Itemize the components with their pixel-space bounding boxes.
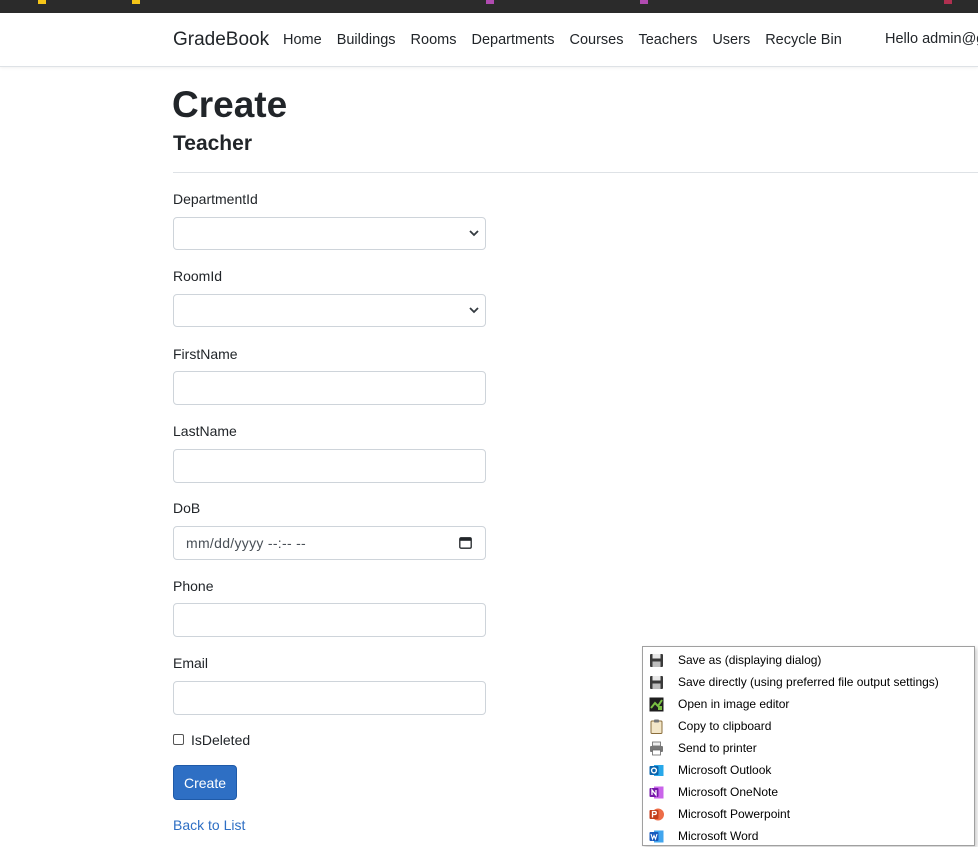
page-subtitle: Teacher: [173, 132, 252, 155]
phone-label: Phone: [173, 578, 214, 594]
lastname-label: LastName: [173, 423, 237, 439]
firstname-label: FirstName: [173, 346, 238, 362]
email-label: Email: [173, 655, 209, 671]
printer-icon: [650, 741, 663, 756]
bookmarks-bar: [0, 0, 978, 13]
powerpoint-icon: [649, 808, 664, 821]
dob-placeholder: mm/dd/yyyy --:-- --: [186, 535, 307, 551]
clipboard-icon: [650, 719, 663, 734]
department-select[interactable]: [173, 217, 486, 250]
navbar: GradeBook Home Buildings Rooms Departmen…: [0, 13, 978, 67]
user-greeting[interactable]: Hello admin@g: [885, 31, 978, 47]
menu-item-send-printer[interactable]: Send to printer: [643, 737, 974, 759]
bookmark-folder-icon[interactable]: [38, 0, 46, 4]
chevron-down-icon: [469, 307, 479, 314]
dob-label: DoB: [173, 500, 201, 516]
divider: [173, 172, 978, 173]
floppy-icon: [650, 654, 663, 667]
nav-buildings[interactable]: Buildings: [337, 32, 396, 48]
bookmark-icon[interactable]: [640, 0, 648, 4]
menu-item-copy-clipboard[interactable]: Copy to clipboard: [643, 715, 974, 737]
room-select[interactable]: [173, 294, 486, 327]
email-input[interactable]: [173, 681, 486, 715]
menu-item-powerpoint[interactable]: Microsoft Powerpoint: [643, 803, 974, 825]
chevron-down-icon: [469, 230, 479, 237]
department-label: DepartmentId: [173, 191, 258, 207]
dob-input[interactable]: mm/dd/yyyy --:-- --: [173, 526, 486, 560]
context-menu: Save as (displaying dialog) Save directl…: [642, 646, 975, 846]
bookmark-folder-icon[interactable]: [132, 0, 140, 4]
isdeleted-checkbox[interactable]: [173, 734, 184, 745]
nav-rooms[interactable]: Rooms: [411, 32, 457, 48]
nav-users[interactable]: Users: [712, 32, 750, 48]
room-label: RoomId: [173, 268, 223, 284]
create-button[interactable]: Create: [173, 765, 237, 800]
nav-courses[interactable]: Courses: [569, 32, 623, 48]
menu-item-save-as[interactable]: Save as (displaying dialog): [643, 649, 974, 671]
menu-item-outlook[interactable]: Microsoft Outlook: [643, 759, 974, 781]
menu-item-word[interactable]: Microsoft Word: [643, 825, 974, 847]
bookmark-icon[interactable]: [486, 0, 494, 4]
menu-item-image-editor[interactable]: Open in image editor: [643, 693, 974, 715]
phone-input[interactable]: [173, 603, 486, 637]
brand-link[interactable]: GradeBook: [173, 29, 269, 51]
image-editor-icon: [649, 697, 664, 712]
nav-departments[interactable]: Departments: [471, 32, 554, 48]
outlook-icon: [649, 765, 664, 776]
back-to-list-link[interactable]: Back to List: [173, 817, 245, 833]
firstname-input[interactable]: [173, 371, 486, 405]
nav-recycle-bin[interactable]: Recycle Bin: [765, 32, 842, 48]
bookmark-icon[interactable]: [944, 0, 952, 4]
calendar-icon[interactable]: [459, 536, 472, 549]
menu-item-onenote[interactable]: Microsoft OneNote: [643, 781, 974, 803]
page-title: Create: [172, 84, 288, 125]
isdeleted-label[interactable]: IsDeleted: [191, 732, 250, 748]
menu-item-save-directly[interactable]: Save directly (using preferred file outp…: [643, 671, 974, 693]
lastname-input[interactable]: [173, 449, 486, 483]
nav-home[interactable]: Home: [283, 32, 322, 48]
nav-teachers[interactable]: Teachers: [638, 32, 697, 48]
nav-links: Home Buildings Rooms Departments Courses…: [283, 32, 857, 48]
onenote-icon: [649, 786, 664, 799]
floppy-icon: [650, 676, 663, 689]
